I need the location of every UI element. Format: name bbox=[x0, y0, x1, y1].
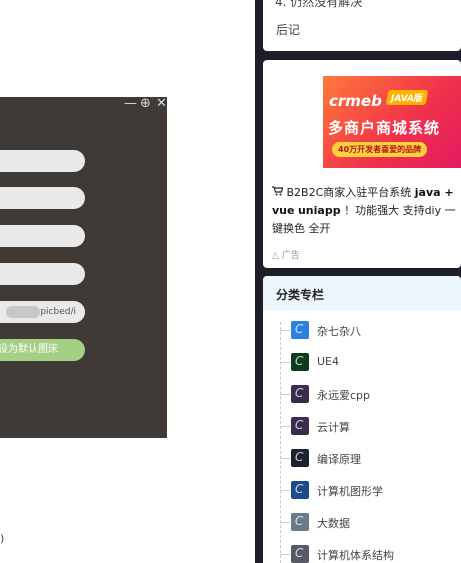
category-header: 分类专栏 bbox=[263, 276, 461, 310]
dialog-field-4[interactable] bbox=[0, 263, 85, 285]
dialog-field-3[interactable] bbox=[0, 225, 85, 247]
dialog-field-1[interactable] bbox=[0, 150, 85, 172]
stray-text: ) bbox=[0, 532, 5, 545]
set-default-label: 设为默认图床 bbox=[0, 344, 58, 355]
ad-footer-label: 广告 bbox=[281, 251, 300, 261]
category-thumb-icon bbox=[291, 385, 309, 403]
ad-headline: 多商户商城系统 bbox=[328, 119, 441, 137]
maximize-icon[interactable]: ⊕ bbox=[140, 97, 151, 111]
redacted-blur bbox=[6, 306, 40, 318]
ad-text-part1: B2B2C商家入驻平台系统 bbox=[286, 186, 412, 199]
toc-item[interactable]: 4. 仍然没有解决 bbox=[275, 0, 362, 10]
category-thumb-icon bbox=[291, 353, 309, 371]
toc-item-postscript[interactable]: 后记 bbox=[276, 21, 300, 38]
picbed-dialog: — ⊕ ✕ picbed/i 设为默认图床 bbox=[0, 97, 167, 438]
path-value: picbed/i bbox=[40, 307, 76, 317]
ad-brand-logo: crmeb bbox=[329, 92, 382, 110]
ad-text-bold2: uniapp bbox=[297, 204, 341, 217]
ad-tagline: 40万开发者喜爱的品牌 bbox=[332, 142, 428, 157]
category-card: 分类专栏 杂七杂八 UE4 永远爱cpp 云计算 编译原理 bbox=[263, 276, 461, 563]
minimize-icon[interactable]: — bbox=[124, 97, 137, 111]
close-icon[interactable]: ✕ bbox=[156, 97, 167, 111]
category-label: UE4 bbox=[317, 355, 339, 368]
category-thumb-icon bbox=[291, 449, 309, 467]
ad-mark-icon: △ bbox=[272, 251, 279, 261]
category-label: 计算机体系结构 bbox=[317, 549, 394, 562]
cart-icon bbox=[272, 184, 284, 202]
dialog-field-2[interactable] bbox=[0, 187, 85, 209]
category-label: 永远爱cpp bbox=[317, 389, 371, 402]
category-title: 分类专栏 bbox=[276, 288, 325, 302]
category-label: 云计算 bbox=[317, 421, 350, 434]
ad-footer: △ 广告 bbox=[272, 248, 300, 261]
set-default-button[interactable]: 设为默认图床 bbox=[0, 339, 85, 361]
ad-description[interactable]: B2B2C商家入驻平台系统 java + vue uniapp ！功能强大 支持… bbox=[272, 184, 461, 238]
tree-line bbox=[280, 322, 281, 563]
category-thumb-icon bbox=[291, 545, 309, 563]
category-label: 杂七杂八 bbox=[317, 325, 361, 338]
category-thumb-icon bbox=[291, 417, 309, 435]
category-label: 计算机图形学 bbox=[317, 485, 383, 498]
category-thumb-icon bbox=[291, 481, 309, 499]
ad-banner-image[interactable]: crmeb JAVA版 多商户商城系统 40万开发者喜爱的品牌 bbox=[323, 76, 461, 168]
category-thumb-icon bbox=[291, 513, 309, 531]
ad-version-tag: JAVA版 bbox=[385, 90, 429, 105]
toc-card: 4. 仍然没有解决 后记 bbox=[263, 0, 461, 51]
category-thumb-icon bbox=[291, 321, 309, 339]
category-label: 大数据 bbox=[317, 517, 350, 530]
category-label: 编译原理 bbox=[317, 453, 361, 466]
right-sidebar: 4. 仍然没有解决 后记 crmeb JAVA版 多商户商城系统 40万开发者喜… bbox=[261, 0, 461, 563]
ad-card: crmeb JAVA版 多商户商城系统 40万开发者喜爱的品牌 B2B2C商家入… bbox=[263, 60, 461, 268]
dialog-field-path[interactable]: picbed/i bbox=[0, 301, 85, 323]
